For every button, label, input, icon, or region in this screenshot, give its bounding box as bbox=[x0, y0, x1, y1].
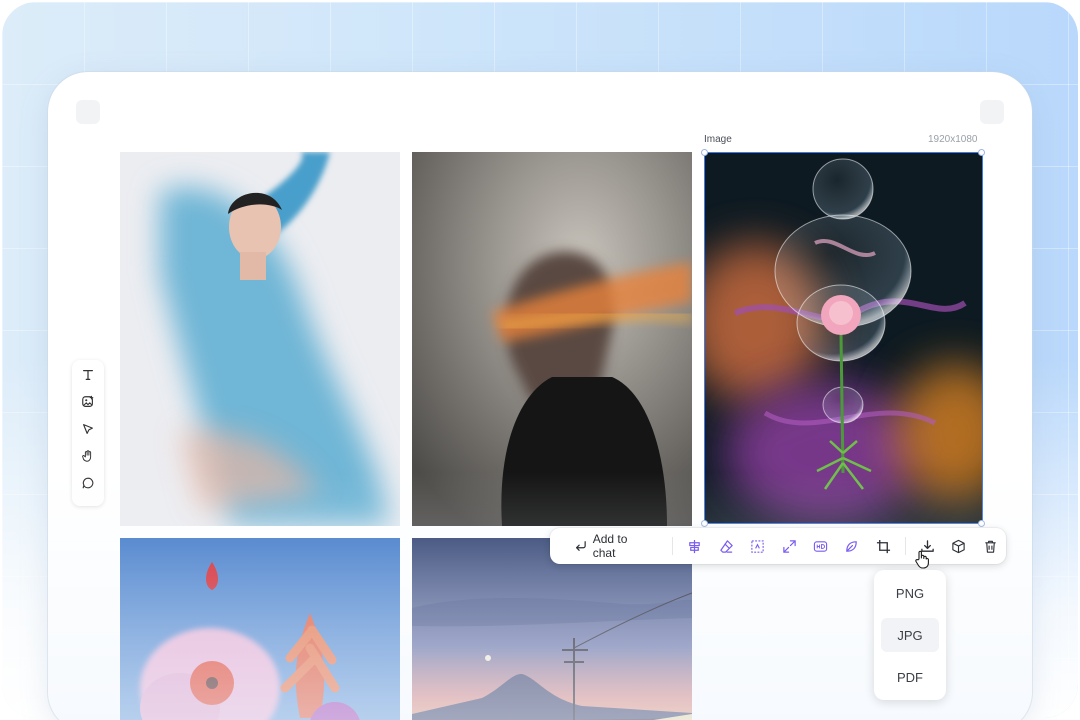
resize-handle-bottom-left[interactable] bbox=[701, 520, 708, 527]
leaf-icon[interactable] bbox=[836, 534, 867, 558]
format-option-png[interactable]: PNG bbox=[881, 576, 939, 610]
left-toolbar bbox=[72, 360, 104, 506]
format-option-jpg[interactable]: JPG bbox=[881, 618, 939, 652]
align-icon[interactable] bbox=[679, 534, 710, 558]
resize-handle-bottom-right[interactable] bbox=[978, 520, 985, 527]
canvas-image-flowers[interactable] bbox=[120, 538, 400, 720]
add-to-chat-label: Add to chat bbox=[592, 532, 628, 560]
canvas-image-dusk-landscape[interactable] bbox=[412, 538, 692, 720]
eraser-icon[interactable] bbox=[711, 534, 742, 558]
canvas-image-bubble-flower[interactable] bbox=[705, 153, 982, 523]
download-format-menu: PNG JPG PDF bbox=[874, 570, 946, 700]
hd-icon[interactable] bbox=[805, 534, 836, 558]
toolbar-divider bbox=[904, 537, 906, 555]
text-tool-icon[interactable] bbox=[80, 367, 96, 383]
select-area-icon[interactable] bbox=[742, 534, 773, 558]
hand-icon[interactable] bbox=[80, 448, 96, 464]
resize-handle-top-right[interactable] bbox=[978, 149, 985, 156]
comment-icon[interactable] bbox=[80, 475, 96, 491]
hand-cursor-icon bbox=[915, 550, 929, 569]
selected-image-label: Image bbox=[704, 134, 732, 145]
image-add-icon[interactable] bbox=[80, 394, 96, 410]
return-arrow-icon bbox=[575, 541, 586, 551]
expand-icon[interactable] bbox=[773, 534, 804, 558]
image-toolbar: Add to chat bbox=[550, 528, 1006, 564]
canvas-image-blue-portrait[interactable] bbox=[120, 152, 400, 526]
toolbar-divider bbox=[672, 537, 674, 555]
resize-handle-top-left[interactable] bbox=[701, 149, 708, 156]
add-to-chat-button[interactable]: Add to chat bbox=[574, 532, 652, 560]
format-option-pdf[interactable]: PDF bbox=[881, 660, 939, 694]
corner-button-right[interactable] bbox=[980, 100, 1004, 124]
trash-icon[interactable] bbox=[975, 534, 1006, 558]
editor-window: Image 1920x1080 Add to chat PNG JPG PDF bbox=[48, 72, 1032, 720]
selected-image-dimensions: 1920x1080 bbox=[928, 134, 978, 145]
corner-button-left[interactable] bbox=[76, 100, 100, 124]
canvas-image-motion-portrait[interactable] bbox=[412, 152, 692, 526]
pointer-icon[interactable] bbox=[80, 421, 96, 437]
crop-icon[interactable] bbox=[868, 534, 899, 558]
cube-icon[interactable] bbox=[943, 534, 974, 558]
